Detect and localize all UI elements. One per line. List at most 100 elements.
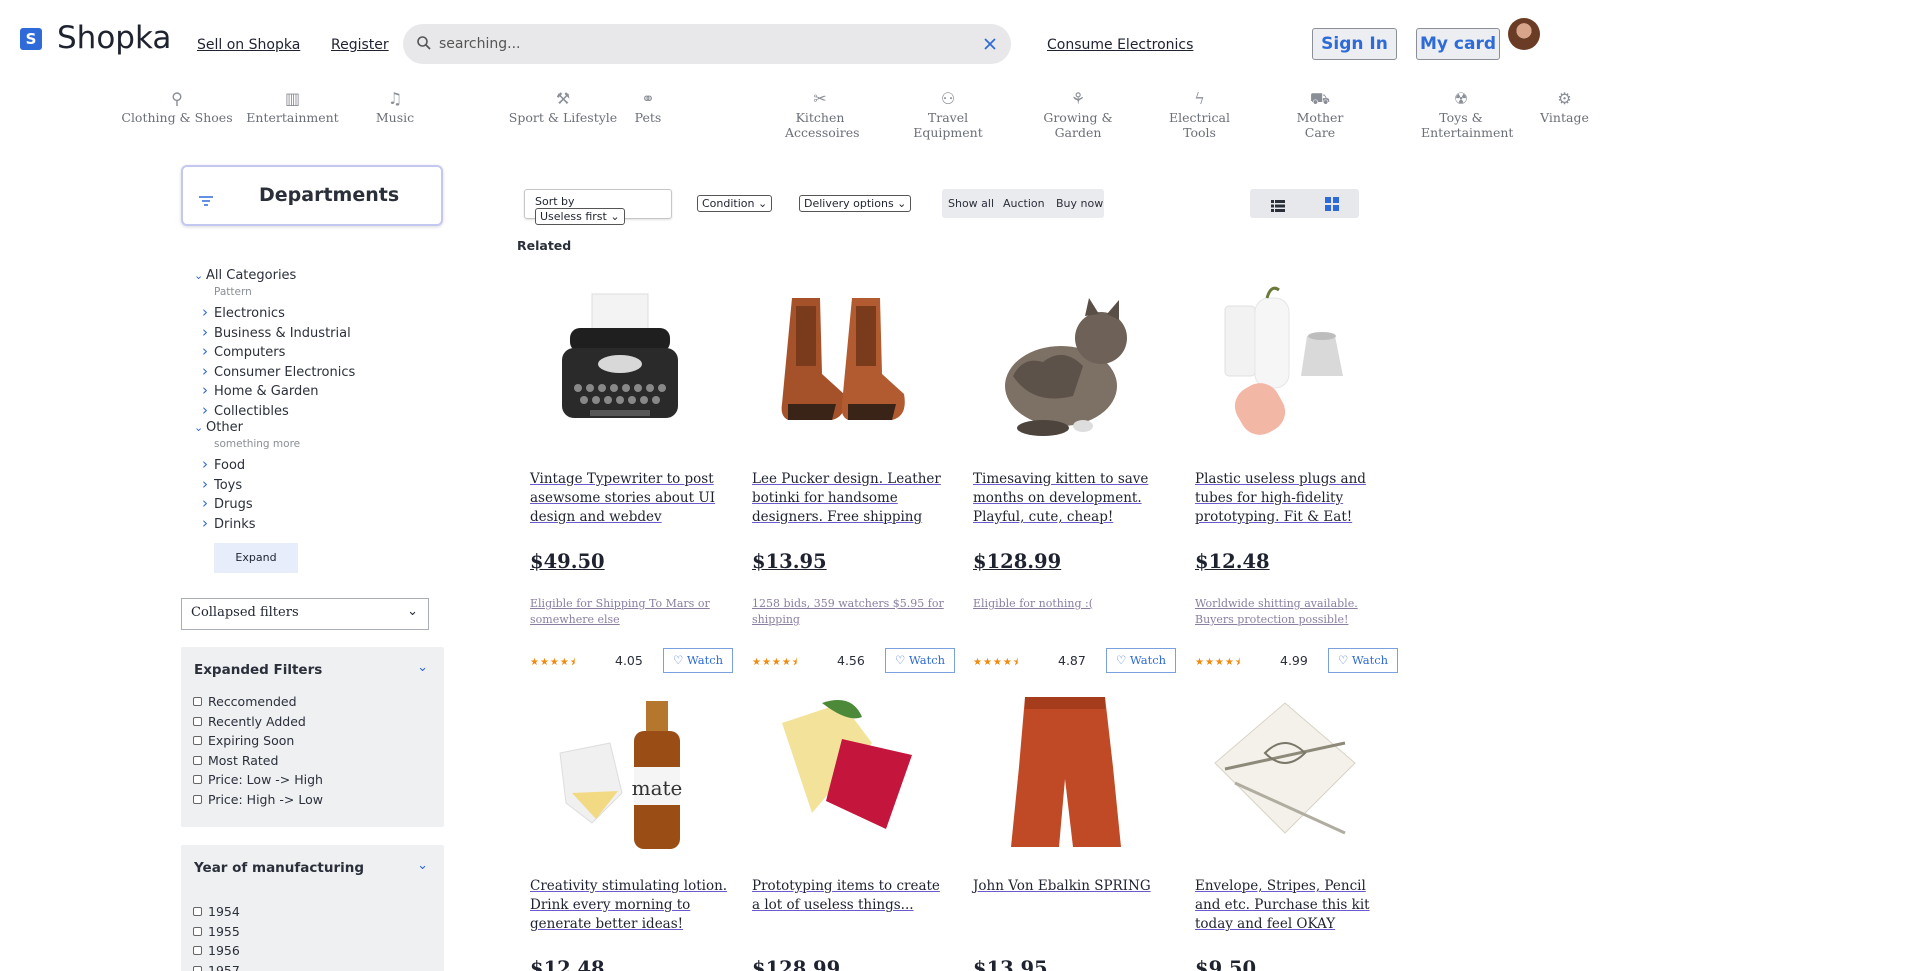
logo-text[interactable]: Shopka (57, 20, 171, 56)
product-title-link[interactable]: John Von Ebalkin SPRING (973, 877, 1173, 896)
category-pets[interactable]: ⚭ Pets (633, 88, 663, 125)
product-shipping-note[interactable]: Worldwide shitting available. Buyers pro… (1195, 596, 1395, 628)
tree-item[interactable]: › Business & Industrial (194, 323, 355, 343)
checkbox[interactable] (193, 926, 202, 936)
delivery-options-select[interactable]: Delivery options ⌄ (799, 195, 912, 225)
tree-item[interactable]: › Toys (194, 475, 355, 495)
category-mother-care[interactable]: ⛟ Mother Care (1280, 88, 1360, 140)
filter-option[interactable]: 1956 (193, 943, 240, 958)
year-filter-title[interactable]: Year of manufacturing (194, 860, 364, 876)
filter-option[interactable]: Reccomended (193, 694, 297, 709)
segment-buy-now[interactable]: Buy now (1056, 197, 1103, 210)
clear-search-icon[interactable] (983, 36, 997, 55)
watch-button[interactable]: ♡ Watch (885, 648, 955, 673)
filter-option[interactable]: 1955 (193, 924, 240, 939)
collapsed-filters-dropdown[interactable]: Collapsed filters ⌄ (181, 598, 429, 630)
product-title-link[interactable]: Lee Pucker design. Leather botinki for h… (752, 470, 952, 527)
product-shipping-note[interactable]: 1258 bids, 359 watchers $5.95 for shippi… (752, 596, 952, 628)
tree-item[interactable]: › Food (194, 455, 355, 475)
category-vintage[interactable]: ⚙ Vintage (1537, 88, 1592, 125)
tree-item[interactable]: › Collectibles (194, 401, 355, 421)
chevron-down-icon[interactable]: ⌄ (417, 660, 428, 675)
tree-all-categories[interactable]: ⌄ All Categories (194, 268, 355, 286)
checkbox[interactable] (193, 755, 202, 765)
product-image[interactable]: mate (530, 683, 710, 867)
filter-option[interactable]: Price: High -> Low (193, 792, 323, 807)
watch-button[interactable]: ♡ Watch (1106, 648, 1176, 673)
filter-option[interactable]: 1954 (193, 904, 240, 919)
checkbox[interactable] (193, 697, 202, 706)
checkbox[interactable] (193, 775, 202, 784)
category-kitchen-accessoires[interactable]: ✂ Kitchen Accessoires (785, 88, 860, 140)
tree-item[interactable]: › Consumer Electronics (194, 362, 355, 382)
product-image[interactable] (752, 276, 932, 460)
product-image[interactable] (1195, 276, 1375, 460)
search-input[interactable] (439, 33, 959, 55)
product-title-link[interactable]: Timesaving kitten to save months on deve… (973, 470, 1173, 527)
list-view-icon[interactable] (1271, 197, 1285, 216)
category-label: Vintage (1540, 110, 1589, 125)
product-image[interactable] (973, 276, 1153, 460)
tree-item[interactable]: › Drugs (194, 494, 355, 514)
tree-other[interactable]: ⌄ Other (194, 420, 355, 438)
product-title-link[interactable]: Plastic useless plugs and tubes for high… (1195, 470, 1395, 527)
chevron-down-icon[interactable]: ⌄ (417, 858, 428, 873)
filter-option[interactable]: Recently Added (193, 714, 306, 729)
watch-label: Watch (1351, 653, 1389, 667)
category-music[interactable]: ♫ Music (375, 88, 415, 125)
segment-auction[interactable]: Auction (1003, 197, 1045, 210)
watch-button[interactable]: ♡ Watch (663, 648, 733, 673)
product-title-link[interactable]: Prototyping items to create a lot of use… (752, 877, 952, 915)
search-bar (403, 24, 1011, 64)
tree-item[interactable]: › Computers (194, 342, 355, 362)
departments-button[interactable]: Departments (181, 165, 443, 226)
checkbox[interactable] (193, 716, 202, 726)
checkbox[interactable] (193, 965, 202, 971)
category-entertainment[interactable]: ▥ Entertainment (245, 88, 340, 125)
avatar[interactable] (1508, 18, 1540, 50)
sort-by-control[interactable]: Sort by Useless first ⌄ (524, 189, 672, 225)
category-toys-entertainment[interactable]: ☢ Toys & Entertainment (1421, 88, 1513, 140)
checkbox[interactable] (193, 736, 202, 745)
category-label: Electrical Tools (1169, 110, 1230, 140)
category-growing-garden[interactable]: ⚘ Growing & Garden (1023, 88, 1133, 140)
category-clothing-shoes[interactable]: ⚲ Clothing & Shoes (117, 88, 237, 125)
sell-on-shopka-link[interactable]: Sell on Shopka (197, 37, 300, 53)
checkbox[interactable] (193, 946, 202, 955)
chevron-down-icon: ⌄ (194, 421, 204, 434)
wheat-icon: ⚘ (1070, 89, 1086, 108)
segment-show-all[interactable]: Show all (948, 197, 994, 210)
product-image[interactable] (973, 683, 1153, 867)
filter-option[interactable]: Price: Low -> High (193, 772, 323, 787)
tree-item[interactable]: › Electronics (194, 303, 355, 323)
category-travel-equipment[interactable]: ⚇ Travel Equipment (893, 88, 1003, 140)
product-image[interactable] (752, 683, 932, 867)
filter-option[interactable]: 1957 (193, 963, 240, 971)
filter-option[interactable]: Expiring Soon (193, 733, 294, 748)
product-image[interactable] (1195, 683, 1375, 867)
expanded-filters-title[interactable]: Expanded Filters (194, 662, 322, 678)
sign-in-button[interactable]: Sign In (1312, 28, 1397, 60)
product-shipping-note[interactable]: Eligible for Shipping To Mars or somewhe… (530, 596, 730, 628)
checkbox[interactable] (193, 794, 202, 804)
product-title-link[interactable]: Vintage Typewriter to post asewsome stor… (530, 470, 730, 527)
category-sport-lifestyle[interactable]: ⚒ Sport & Lifestyle (503, 88, 623, 125)
tree-item[interactable]: › Home & Garden (194, 381, 355, 401)
watch-button[interactable]: ♡ Watch (1328, 648, 1398, 673)
consume-electronics-link[interactable]: Consume Electronics (1047, 37, 1193, 53)
shopka-logo-icon[interactable]: S (20, 28, 42, 50)
product-image[interactable] (530, 276, 710, 460)
my-card-button[interactable]: My card (1416, 28, 1500, 60)
product-shipping-note[interactable]: Eligible for nothing :( (973, 596, 1173, 612)
condition-select[interactable]: Condition ⌄ (697, 195, 773, 225)
checkbox[interactable] (193, 907, 202, 916)
filter-option[interactable]: Most Rated (193, 753, 278, 768)
grid-view-icon[interactable] (1325, 196, 1339, 215)
category-electrical-tools[interactable]: ϟ Electrical Tools (1152, 88, 1247, 140)
tree-item[interactable]: › Drinks (194, 514, 355, 534)
sort-select[interactable]: Useless first ⌄ (535, 208, 625, 225)
product-title-link[interactable]: Creativity stimulating lotion. Drink eve… (530, 877, 730, 934)
expand-button[interactable]: Expand (214, 543, 298, 573)
register-link[interactable]: Register (331, 37, 389, 53)
product-title-link[interactable]: Envelope, Stripes, Pencil and etc. Purch… (1195, 877, 1395, 934)
